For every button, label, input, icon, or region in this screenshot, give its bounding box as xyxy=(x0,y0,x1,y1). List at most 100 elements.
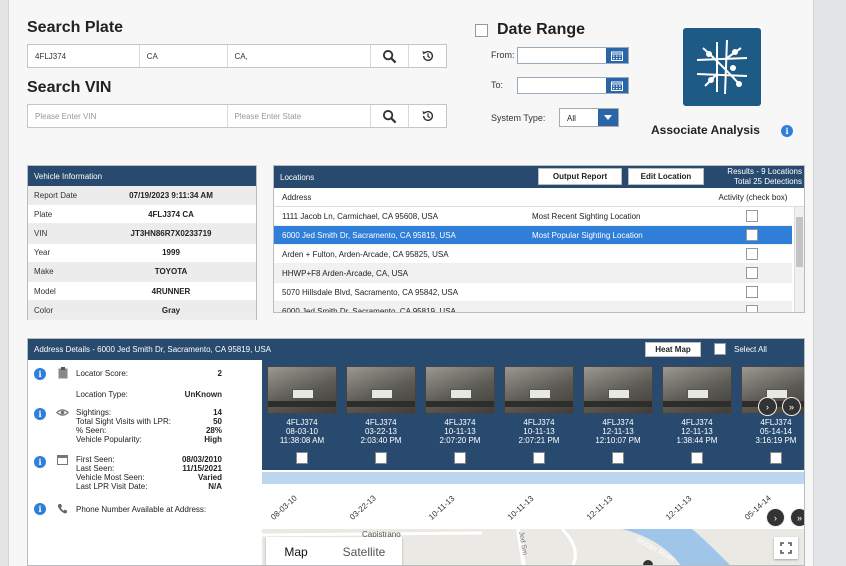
map-tab-satellite[interactable]: Satellite xyxy=(326,537,402,565)
phone-icon xyxy=(57,504,67,514)
double-chevron-right-icon: » xyxy=(796,512,802,523)
phone-label: Phone Number Available at Address: xyxy=(76,505,207,514)
search-plate-title: Search Plate xyxy=(27,19,124,36)
system-type-label: System Type: xyxy=(491,113,546,123)
from-date-input[interactable] xyxy=(517,47,629,64)
associate-info-icon[interactable]: i xyxy=(781,125,793,137)
from-calendar-button[interactable] xyxy=(606,48,628,63)
detection-thumbnail[interactable] xyxy=(662,366,732,414)
plate-input[interactable]: 4FLJ374 xyxy=(28,45,140,67)
system-type-dropdown-button[interactable] xyxy=(598,109,618,126)
scrollbar-thumb[interactable] xyxy=(796,217,803,267)
detection-date: 12-11-13 xyxy=(681,427,713,436)
detection-thumbnail[interactable] xyxy=(504,366,574,414)
activity-checkbox[interactable] xyxy=(746,210,758,222)
associate-analysis-logo[interactable] xyxy=(683,28,761,106)
gallery-last-button[interactable]: » xyxy=(782,397,801,416)
search-plate-button[interactable] xyxy=(370,45,408,67)
plate-city-input[interactable]: CA, xyxy=(228,45,371,67)
detection-caption: 4FLJ374 10-11-13 2:07:21 PM xyxy=(500,418,578,445)
phone-info-icon[interactable]: i xyxy=(34,503,46,515)
detection-thumbnail[interactable] xyxy=(267,366,337,414)
location-row[interactable]: 6000 Jed Smith Dr, Sacramento, CA 95819,… xyxy=(274,302,792,313)
dates-info-icon[interactable]: i xyxy=(34,456,46,468)
map-fullscreen-button[interactable] xyxy=(774,537,798,559)
vin-state-input[interactable]: Please Enter State xyxy=(228,105,371,127)
detection-checkbox[interactable] xyxy=(375,452,387,464)
system-type-select[interactable]: All xyxy=(559,108,619,127)
detection-time: 2:07:20 PM xyxy=(439,436,481,445)
timeline-last-button[interactable]: » xyxy=(790,508,804,527)
detection-caption: 4FLJ374 12-11-13 12:10:07 PM xyxy=(579,418,657,445)
location-row[interactable]: 5070 Hillsdale Blvd, Sacramento, CA 9584… xyxy=(274,283,792,302)
plate-history-button[interactable] xyxy=(408,45,446,67)
date-range-checkbox[interactable] xyxy=(475,24,488,37)
activity-checkbox[interactable] xyxy=(746,267,758,279)
locations-title: Locations xyxy=(280,172,315,182)
activity-checkbox[interactable] xyxy=(746,305,758,312)
location-note: Most Recent Sighting Location xyxy=(532,211,641,221)
activity-checkbox[interactable] xyxy=(746,229,758,241)
detection-plate: 4FLJ374 xyxy=(523,418,555,427)
calendar-icon xyxy=(611,81,623,91)
license-plate-image xyxy=(450,389,472,399)
search-vin-button[interactable] xyxy=(370,105,408,127)
activity-checkbox[interactable] xyxy=(746,286,758,298)
detection-checkbox[interactable] xyxy=(533,452,545,464)
address-details-title: Address Details - 6000 Jed Smith Dr, Sac… xyxy=(34,345,272,354)
pct-seen-label: % Seen: xyxy=(76,426,107,435)
vin-input[interactable]: Please Enter VIN xyxy=(28,105,228,127)
timeline-next-button[interactable]: › xyxy=(766,508,785,527)
eye-icon xyxy=(56,409,69,416)
gallery-next-button[interactable]: › xyxy=(758,397,777,416)
map-view[interactable]: Capistrano erican River Jed Sm Map Satel… xyxy=(262,529,804,565)
timeline-track[interactable] xyxy=(262,472,804,484)
license-plate-image xyxy=(687,389,709,399)
sightings-info-icon[interactable]: i xyxy=(34,408,46,420)
vehicle-info-row: Color Gray xyxy=(28,301,256,321)
detection-date: 10-11-13 xyxy=(523,427,555,436)
detection-time: 11:38:08 AM xyxy=(279,436,325,445)
detection-plate: 4FLJ374 xyxy=(286,418,318,427)
locator-info-icon[interactable]: i xyxy=(34,368,46,380)
plate-state-input[interactable]: CA xyxy=(140,45,228,67)
location-row[interactable]: Arden + Fulton, Arden-Arcade, CA 95825, … xyxy=(274,245,792,264)
location-address: 5070 Hillsdale Blvd, Sacramento, CA 9584… xyxy=(282,287,459,297)
search-icon xyxy=(383,109,397,123)
location-row[interactable]: HHWP+F8 Arden-Arcade, CA, USA xyxy=(274,264,792,283)
to-calendar-button[interactable] xyxy=(606,78,628,93)
activity-checkbox[interactable] xyxy=(746,248,758,260)
location-row[interactable]: 1111 Jacob Ln, Carmichael, CA 95608, USA… xyxy=(274,207,792,226)
last-lpr-label: Last LPR Visit Date: xyxy=(76,482,148,491)
map-tab-map[interactable]: Map xyxy=(266,537,326,565)
detection-thumbnail[interactable] xyxy=(346,366,416,414)
vehicle-info-table: Report Date 07/19/2023 9:11:34 AM Plate 4FL… xyxy=(28,186,256,321)
vehicle-info-value: TOYOTA xyxy=(154,267,188,277)
detection-checkbox[interactable] xyxy=(770,452,782,464)
select-all-checkbox[interactable] xyxy=(714,343,726,355)
locator-score-value: 2 xyxy=(217,369,222,378)
detection-checkbox[interactable] xyxy=(612,452,624,464)
dates-labels: First Seen: Last Seen: Vehicle Most Seen… xyxy=(76,455,147,491)
locations-scrollbar[interactable] xyxy=(794,207,804,312)
detection-checkbox[interactable] xyxy=(454,452,466,464)
vehicle-info-value: 1999 xyxy=(162,248,180,258)
detection-checkbox[interactable] xyxy=(691,452,703,464)
detection-caption: 4FLJ374 08-03-10 11:38:08 AM xyxy=(263,418,341,445)
edit-location-button[interactable]: Edit Location xyxy=(628,168,704,185)
output-report-button[interactable]: Output Report xyxy=(538,168,622,185)
detection-thumbnail[interactable] xyxy=(583,366,653,414)
vehicle-info-key: Make xyxy=(34,267,54,277)
vin-history-button[interactable] xyxy=(408,105,446,127)
to-date-input[interactable] xyxy=(517,77,629,94)
location-address: 6000 Jed Smith Dr, Sacramento, CA 95819,… xyxy=(282,306,456,313)
search-icon xyxy=(383,49,397,63)
vehicle-bumper xyxy=(347,401,415,407)
vehicle-bumper xyxy=(268,401,336,407)
detection-checkbox[interactable] xyxy=(296,452,308,464)
heat-map-button[interactable]: Heat Map xyxy=(645,342,701,357)
chevron-down-icon xyxy=(604,115,612,120)
vehicle-info-panel: Vehicle Information Report Date 07/19/202… xyxy=(27,165,257,321)
detection-thumbnail[interactable] xyxy=(425,366,495,414)
location-row[interactable]: 6000 Jed Smith Dr, Sacramento, CA 95819,… xyxy=(274,226,792,245)
